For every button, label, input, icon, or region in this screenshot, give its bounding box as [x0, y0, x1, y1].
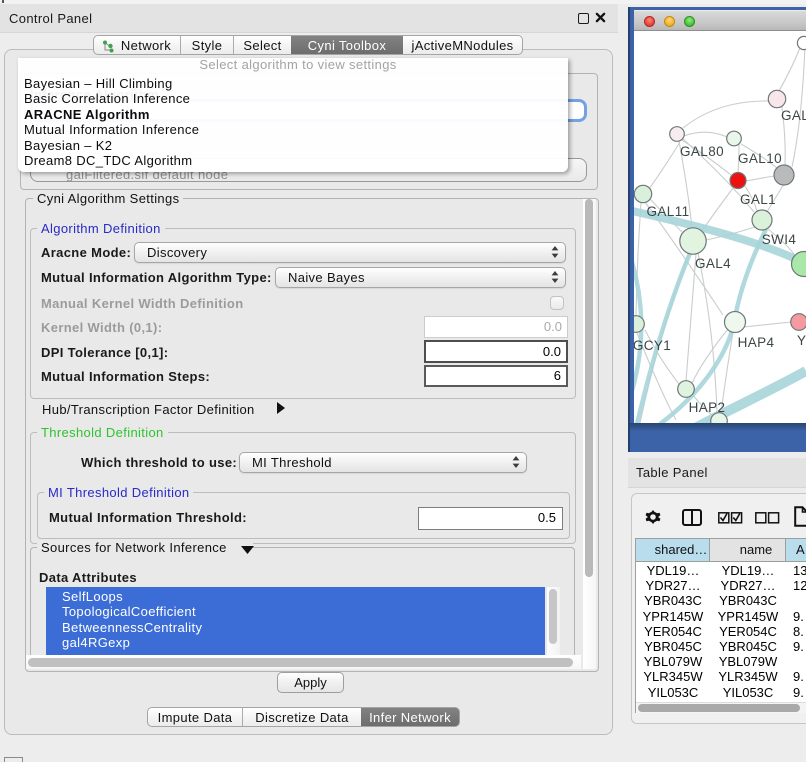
svg-text:GAL11: GAL11 [646, 204, 689, 219]
svg-text:Y: Y [797, 333, 806, 348]
svg-text:GCY1: GCY1 [634, 338, 671, 353]
svg-text:GAL1: GAL1 [740, 192, 776, 207]
svg-text:GAL10: GAL10 [738, 151, 782, 166]
svg-text:HAP2: HAP2 [689, 400, 726, 415]
svg-text:GAL: GAL [781, 108, 806, 123]
svg-text:GAL80: GAL80 [680, 144, 724, 159]
svg-text:GAL4: GAL4 [695, 256, 731, 271]
svg-text:SWI4: SWI4 [762, 232, 797, 247]
svg-text:HAP4: HAP4 [738, 335, 775, 350]
